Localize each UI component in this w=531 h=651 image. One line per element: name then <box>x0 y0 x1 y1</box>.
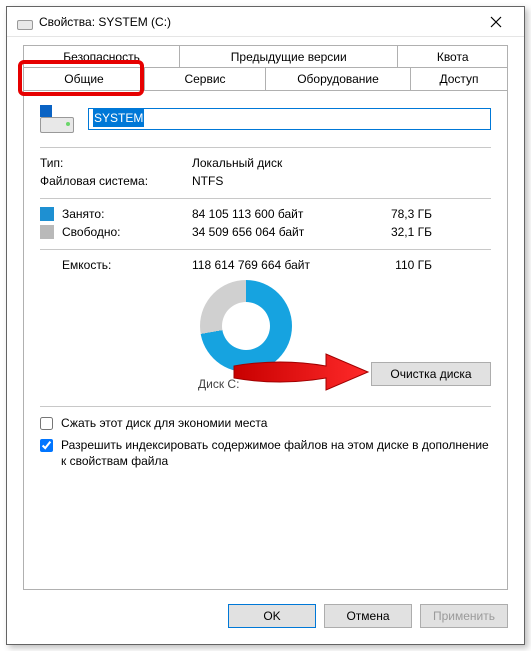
tab-hardware[interactable]: Оборудование <box>265 67 411 90</box>
filesystem-label: Файловая система: <box>40 174 192 188</box>
volume-icon <box>40 105 74 133</box>
type-value: Локальный диск <box>192 156 372 170</box>
general-panel: SYSTEM Тип: Локальный диск Файловая сист… <box>23 90 508 590</box>
capacity-bytes: 118 614 769 664 байт <box>192 258 372 272</box>
used-bytes: 84 105 113 600 байт <box>192 207 372 221</box>
used-space-row: Занято: 84 105 113 600 байт 78,3 ГБ <box>40 207 491 221</box>
drive-icon <box>17 14 33 30</box>
free-hr: 32,1 ГБ <box>372 225 432 239</box>
used-label: Занято: <box>62 207 104 221</box>
filesystem-value: NTFS <box>192 174 372 188</box>
tab-previous-versions[interactable]: Предыдущие версии <box>179 45 398 68</box>
separator <box>40 406 491 407</box>
dialog-footer: OK Отмена Применить <box>23 590 508 634</box>
compress-checkbox[interactable] <box>40 417 53 430</box>
tab-tools[interactable]: Сервис <box>144 67 266 90</box>
compress-label: Сжать этот диск для экономии места <box>61 415 267 431</box>
tab-strip: Безопасность Предыдущие версии Квота Общ… <box>23 45 508 91</box>
titlebar[interactable]: Свойства: SYSTEM (C:) <box>7 7 524 37</box>
free-label: Свободно: <box>62 225 121 239</box>
filesystem-row: Файловая система: NTFS <box>40 174 491 188</box>
capacity-hr: 110 ГБ <box>372 258 432 272</box>
type-label: Тип: <box>40 156 192 170</box>
close-button[interactable] <box>476 8 516 36</box>
index-option[interactable]: Разрешить индексировать содержимое файло… <box>40 437 491 469</box>
tab-quota[interactable]: Квота <box>397 45 508 68</box>
free-space-row: Свободно: 34 509 656 064 байт 32,1 ГБ <box>40 225 491 239</box>
free-swatch-icon <box>40 225 54 239</box>
capacity-label: Емкость: <box>40 258 192 272</box>
capacity-row: Емкость: 118 614 769 664 байт 110 ГБ <box>40 258 491 272</box>
ok-button[interactable]: OK <box>228 604 316 628</box>
separator <box>40 198 491 199</box>
used-swatch-icon <box>40 207 54 221</box>
tab-general[interactable]: Общие <box>23 67 145 90</box>
properties-dialog: Свойства: SYSTEM (C:) Безопасность Преды… <box>6 6 525 645</box>
separator <box>40 249 491 250</box>
volume-name-input[interactable]: SYSTEM <box>88 108 491 130</box>
separator <box>40 147 491 148</box>
index-label: Разрешить индексировать содержимое файло… <box>61 437 491 469</box>
tab-security[interactable]: Безопасность <box>23 45 180 68</box>
type-row: Тип: Локальный диск <box>40 156 491 170</box>
disk-label: Диск C: <box>198 377 239 391</box>
cancel-button[interactable]: Отмена <box>324 604 412 628</box>
disk-cleanup-button[interactable]: Очистка диска <box>371 362 491 386</box>
free-bytes: 34 509 656 064 байт <box>192 225 372 239</box>
apply-button[interactable]: Применить <box>420 604 508 628</box>
compress-option[interactable]: Сжать этот диск для экономии места <box>40 415 491 431</box>
tab-sharing[interactable]: Доступ <box>410 67 508 90</box>
window-title: Свойства: SYSTEM (C:) <box>39 15 476 29</box>
used-hr: 78,3 ГБ <box>372 207 432 221</box>
usage-pie-chart <box>200 280 292 372</box>
index-checkbox[interactable] <box>40 439 53 452</box>
